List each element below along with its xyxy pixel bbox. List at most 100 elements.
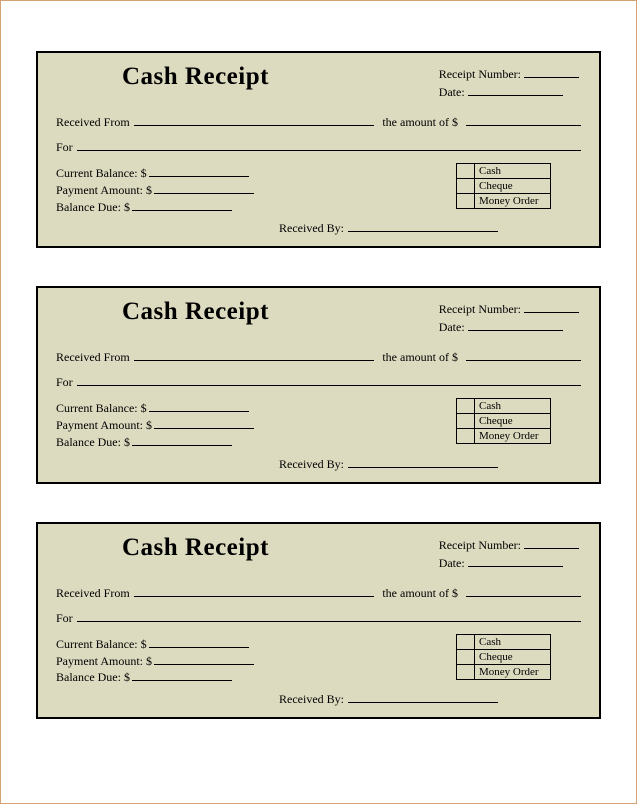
date-field[interactable] [468,557,563,567]
payment-method-label: Money Order [475,194,551,209]
date-label: Date: [439,320,465,334]
payment-method-table: Cash Cheque Money Order [456,398,551,444]
current-balance-field[interactable] [149,638,249,648]
current-balance-label: Current Balance: $ [56,400,147,417]
receipt-title: Cash Receipt [122,63,269,91]
current-balance-field[interactable] [149,402,249,412]
current-balance-label: Current Balance: $ [56,165,147,182]
mid-section: Current Balance: $ Payment Amount: $ Bal… [52,636,585,686]
for-label: For [56,375,73,390]
for-label: For [56,140,73,155]
payment-method-label: Money Order [475,664,551,679]
date-label: Date: [439,85,465,99]
received-from-row: Received From the amount of $ [52,115,585,130]
for-row: For [52,140,585,155]
received-from-label: Received From [56,350,130,365]
mid-section: Current Balance: $ Payment Amount: $ Bal… [52,400,585,450]
payment-checkbox[interactable] [457,414,475,429]
payment-checkbox[interactable] [457,194,475,209]
receipt-meta: Receipt Number: Date: [439,300,579,336]
mid-section: Current Balance: $ Payment Amount: $ Bal… [52,165,585,215]
date-field[interactable] [468,321,563,331]
payment-checkbox[interactable] [457,399,475,414]
received-by-label: Received By: [279,457,344,472]
balance-due-field[interactable] [132,201,232,211]
receipt-meta: Receipt Number: Date: [439,65,579,101]
payment-checkbox[interactable] [457,664,475,679]
payment-checkbox[interactable] [457,179,475,194]
for-label: For [56,611,73,626]
received-by-field[interactable] [348,222,498,232]
received-by-label: Received By: [279,221,344,236]
payment-amount-field[interactable] [154,655,254,665]
cash-receipt: Cash Receipt Receipt Number: Date: Recei… [36,522,601,719]
payment-checkbox[interactable] [457,429,475,444]
amount-field[interactable] [466,116,581,126]
date-field[interactable] [468,86,563,96]
balances: Current Balance: $ Payment Amount: $ Bal… [56,165,254,215]
received-by-label: Received By: [279,692,344,707]
receipt-number-field[interactable] [524,303,579,313]
received-by-field[interactable] [348,693,498,703]
balance-due-field[interactable] [132,671,232,681]
received-by-field[interactable] [348,458,498,468]
payment-amount-field[interactable] [154,184,254,194]
amount-field[interactable] [466,587,581,597]
payment-amount-label: Payment Amount: $ [56,653,152,670]
received-from-row: Received From the amount of $ [52,586,585,601]
balance-due-label: Balance Due: $ [56,669,130,686]
cash-receipt: Cash Receipt Receipt Number: Date: Recei… [36,286,601,483]
receipt-footer: Received By: [52,221,585,236]
receipt-title: Cash Receipt [122,534,269,562]
payment-amount-field[interactable] [154,419,254,429]
receipt-number-field[interactable] [524,68,579,78]
payment-checkbox[interactable] [457,634,475,649]
payment-method-label: Cash [475,634,551,649]
payment-method-label: Money Order [475,429,551,444]
receipt-number-label: Receipt Number: [439,302,521,316]
document-page: Cash Receipt Receipt Number: Date: Recei… [0,0,637,804]
receipt-number-label: Receipt Number: [439,538,521,552]
cash-receipt: Cash Receipt Receipt Number: Date: Recei… [36,51,601,248]
for-field[interactable] [77,612,581,622]
receipt-header: Cash Receipt Receipt Number: Date: [52,61,585,101]
payment-amount-label: Payment Amount: $ [56,182,152,199]
date-label: Date: [439,556,465,570]
amount-label: the amount of $ [382,115,458,130]
balances: Current Balance: $ Payment Amount: $ Bal… [56,400,254,450]
receipt-footer: Received By: [52,692,585,707]
payment-checkbox[interactable] [457,649,475,664]
payment-method-label: Cash [475,399,551,414]
received-from-field[interactable] [134,351,375,361]
balances: Current Balance: $ Payment Amount: $ Bal… [56,636,254,686]
payment-method-label: Cheque [475,649,551,664]
payment-method-label: Cash [475,164,551,179]
current-balance-label: Current Balance: $ [56,636,147,653]
for-row: For [52,611,585,626]
payment-method-label: Cheque [475,414,551,429]
payment-method-table: Cash Cheque Money Order [456,163,551,209]
current-balance-field[interactable] [149,167,249,177]
received-from-row: Received From the amount of $ [52,350,585,365]
receipt-title: Cash Receipt [122,298,269,326]
balance-due-label: Balance Due: $ [56,199,130,216]
received-from-label: Received From [56,586,130,601]
for-field[interactable] [77,141,581,151]
received-from-field[interactable] [134,587,375,597]
for-field[interactable] [77,376,581,386]
receipt-header: Cash Receipt Receipt Number: Date: [52,296,585,336]
for-row: For [52,375,585,390]
receipt-footer: Received By: [52,457,585,472]
payment-method-table: Cash Cheque Money Order [456,634,551,680]
amount-field[interactable] [466,351,581,361]
payment-method-label: Cheque [475,179,551,194]
receipt-header: Cash Receipt Receipt Number: Date: [52,532,585,572]
received-from-label: Received From [56,115,130,130]
balance-due-label: Balance Due: $ [56,434,130,451]
balance-due-field[interactable] [132,436,232,446]
amount-label: the amount of $ [382,586,458,601]
received-from-field[interactable] [134,116,375,126]
payment-checkbox[interactable] [457,164,475,179]
amount-label: the amount of $ [382,350,458,365]
receipt-number-field[interactable] [524,539,579,549]
